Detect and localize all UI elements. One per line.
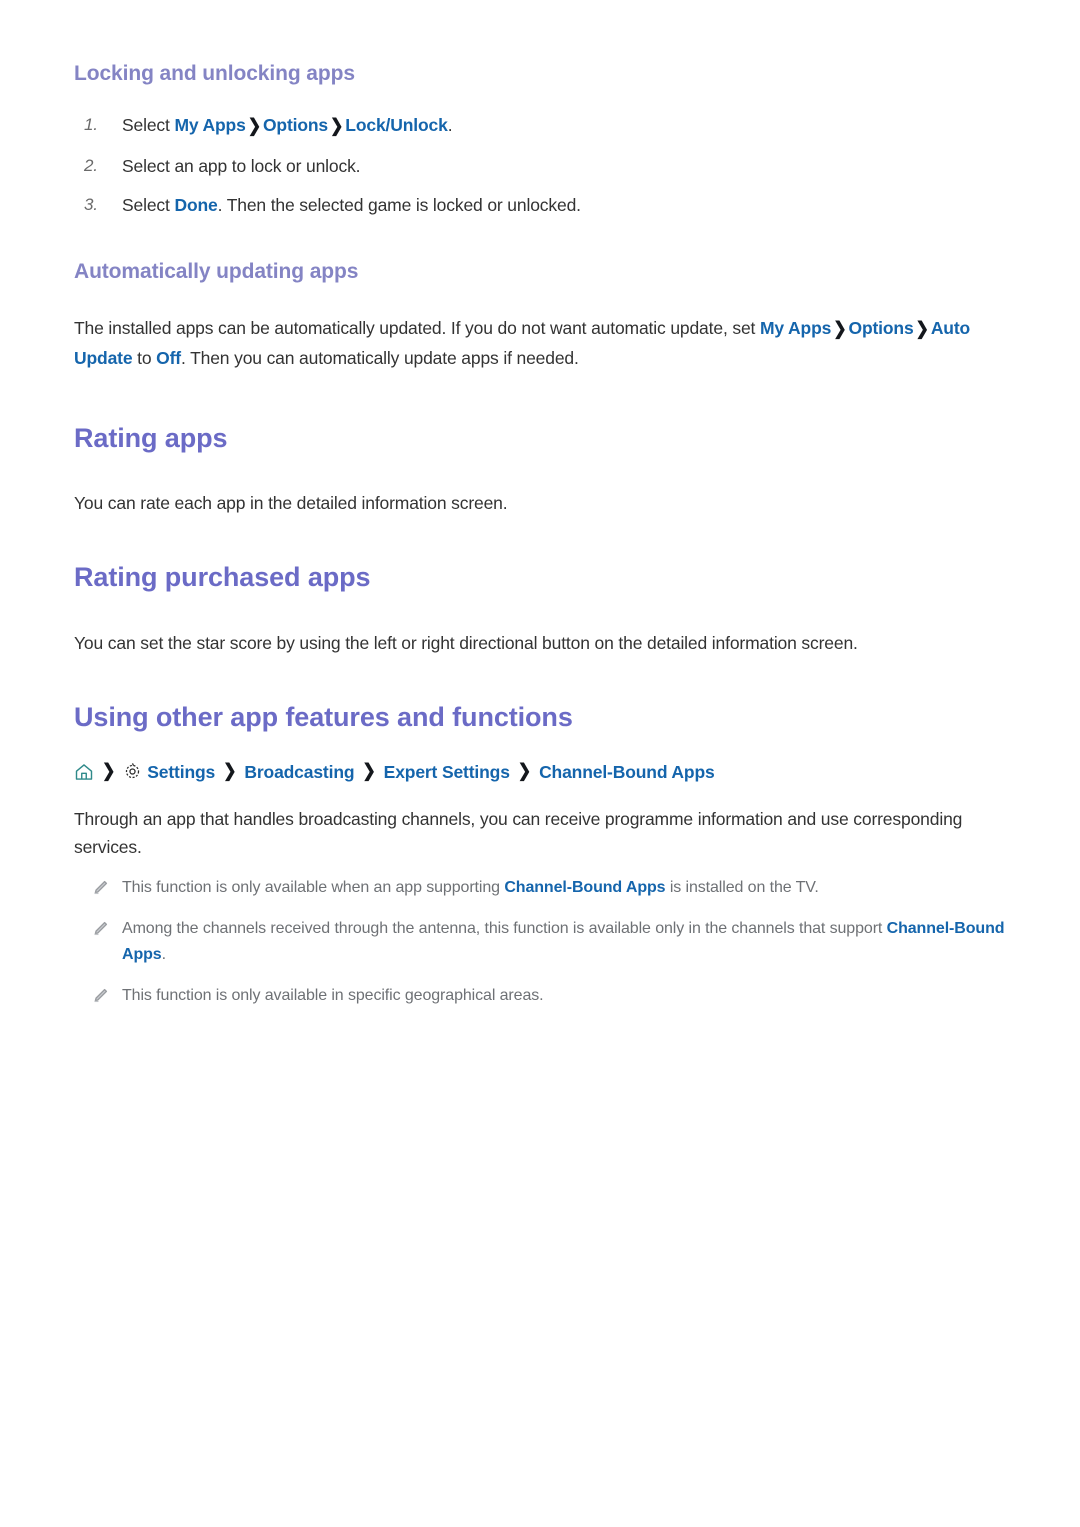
chevron-right-icon: ❯ bbox=[102, 761, 116, 781]
menu-link-off[interactable]: Off bbox=[156, 348, 181, 368]
list-item: Among the channels received through the … bbox=[74, 916, 1006, 968]
home-icon[interactable] bbox=[74, 762, 94, 782]
heading-rating-apps: Rating apps bbox=[74, 422, 228, 453]
paragraph-text-part1: The installed apps can be automatically … bbox=[74, 317, 760, 338]
pencil-icon bbox=[92, 919, 110, 937]
list-item: This function is only available in speci… bbox=[74, 983, 1006, 1009]
step-text-prefix: Select bbox=[122, 195, 175, 216]
chevron-right-icon: ❯ bbox=[833, 319, 847, 339]
list-item: 1. Select My Apps ❯ Options ❯ Lock/Unlock. bbox=[74, 111, 1006, 141]
list-number: 3. bbox=[84, 195, 98, 215]
paragraph-auto-update: The installed apps can be automatically … bbox=[74, 314, 1006, 372]
note-text-suffix: is installed on the TV. bbox=[665, 878, 819, 896]
chevron-right-icon: ❯ bbox=[362, 761, 376, 781]
notes-list: This function is only available when an … bbox=[74, 875, 1006, 1009]
breadcrumb: ❯ Settings ❯ Broadcasting ❯ Expert Setti… bbox=[74, 759, 1006, 785]
heading-automatically-updating-apps: Automatically updating apps bbox=[74, 260, 359, 284]
paragraph-text-mid: to bbox=[132, 347, 157, 368]
list-number: 2. bbox=[84, 156, 98, 176]
pencil-icon bbox=[92, 878, 110, 896]
note-text-suffix: . bbox=[161, 945, 166, 963]
menu-link-done[interactable]: Done bbox=[174, 195, 217, 215]
heading-rating-purchased-apps: Rating purchased apps bbox=[74, 562, 371, 593]
list-item: 2. Select an app to lock or unlock. bbox=[74, 152, 1006, 180]
menu-link-lock-unlock[interactable]: Lock/Unlock bbox=[345, 115, 448, 135]
breadcrumb-item-expert-settings[interactable]: Expert Settings bbox=[384, 759, 510, 785]
step-text-suffix: . bbox=[447, 115, 453, 136]
chevron-right-icon: ❯ bbox=[223, 761, 237, 781]
document-page: Locking and unlocking apps 1. Select My A… bbox=[0, 0, 1080, 1527]
menu-link-my-apps[interactable]: My Apps bbox=[174, 115, 245, 135]
gear-icon[interactable] bbox=[123, 762, 147, 781]
chevron-right-icon: ❯ bbox=[247, 117, 261, 137]
heading-using-other-app-features: Using other app features and functions bbox=[74, 702, 573, 733]
list-item: This function is only available when an … bbox=[74, 875, 1006, 901]
note-text-prefix: Among the channels received through the … bbox=[122, 919, 887, 937]
list-number: 1. bbox=[84, 115, 98, 135]
heading-locking-and-unlocking-apps: Locking and unlocking apps bbox=[74, 62, 355, 85]
paragraph-text-part2: . Then you can automatically update apps… bbox=[180, 347, 579, 368]
paragraph-rating-purchased-apps: You can set the star score by using the … bbox=[74, 633, 858, 654]
locking-steps-list: 1. Select My Apps ❯ Options ❯ Lock/Unlock. 2.… bbox=[74, 111, 1006, 219]
menu-link-my-apps[interactable]: My Apps bbox=[760, 318, 831, 338]
breadcrumb-item-broadcasting[interactable]: Broadcasting bbox=[244, 759, 354, 785]
menu-link-channel-bound-apps[interactable]: Channel-Bound Apps bbox=[504, 879, 665, 896]
note-text-prefix: This function is only available when an … bbox=[122, 878, 505, 896]
menu-link-options[interactable]: Options bbox=[848, 318, 913, 338]
breadcrumb-item-channel-bound-apps[interactable]: Channel-Bound Apps bbox=[539, 759, 715, 785]
breadcrumb-item-settings[interactable]: Settings bbox=[147, 759, 215, 785]
note-text: This function is only available in speci… bbox=[122, 986, 544, 1004]
step-text-prefix: Select bbox=[122, 115, 175, 136]
paragraph-other-features: Through an app that handles broadcasting… bbox=[74, 808, 963, 857]
chevron-right-icon: ❯ bbox=[330, 117, 344, 137]
step-text-suffix: . Then the selected game is locked or un… bbox=[217, 195, 581, 216]
list-item: 3. Select Done. Then the selected game is… bbox=[74, 191, 1006, 219]
paragraph-rating-apps: You can rate each app in the detailed in… bbox=[74, 493, 508, 514]
menu-link-options[interactable]: Options bbox=[263, 115, 328, 135]
chevron-right-icon: ❯ bbox=[517, 761, 532, 781]
step-text: Select an app to lock or unlock. bbox=[122, 156, 361, 177]
pencil-icon bbox=[92, 986, 110, 1004]
chevron-right-icon: ❯ bbox=[915, 319, 929, 339]
